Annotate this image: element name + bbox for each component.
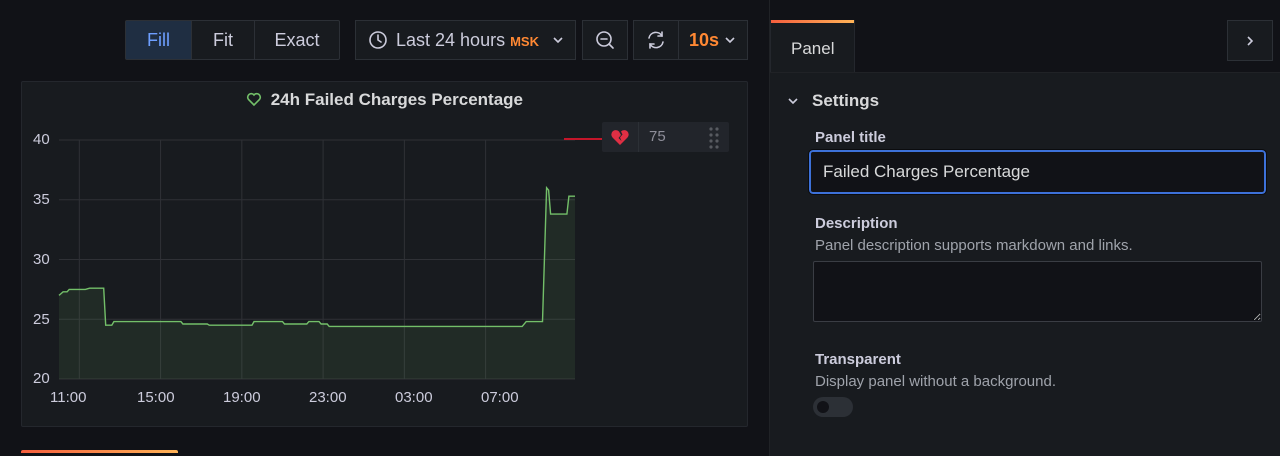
chart-series [58, 185, 575, 328]
chevron-down-icon [788, 98, 798, 105]
settings-section-header[interactable]: Settings [786, 91, 879, 111]
chevron-down-icon [725, 37, 735, 44]
y-tick-label: 30 [33, 251, 50, 268]
time-range-label: Last 24 hours [396, 29, 506, 50]
options-pane: Panel Settings Panel title Description P… [769, 0, 1280, 456]
zoom-out-button[interactable] [582, 20, 628, 60]
graph-panel: 24h Failed Charges Percentage 40 35 30 2… [21, 81, 748, 427]
chevron-down-icon [553, 37, 563, 44]
x-tick-label: 07:00 [481, 389, 519, 406]
description-label: Description [815, 215, 898, 232]
panel-title-input[interactable] [808, 149, 1267, 195]
y-tick-label: 25 [33, 311, 50, 328]
x-tick-label: 03:00 [395, 389, 433, 406]
time-range-picker[interactable]: Last 24 hours MSK [355, 20, 576, 60]
refresh-icon [648, 31, 664, 49]
panel-title-label: Panel title [815, 129, 886, 146]
tab-panel[interactable]: Panel [770, 20, 855, 73]
toggle-knob [817, 401, 829, 413]
y-tick-label: 20 [33, 370, 50, 387]
zoom-out-icon [596, 31, 614, 49]
series-line [58, 185, 575, 328]
display-mode-group: Fill Fit Exact [125, 20, 340, 60]
refresh-button[interactable] [633, 20, 679, 60]
description-help: Panel description supports markdown and … [815, 237, 1133, 254]
series-area-fill [59, 187, 575, 379]
transparent-help: Display panel without a background. [815, 373, 1056, 390]
next-panel-accent [21, 450, 178, 453]
clock-icon [369, 31, 387, 49]
refresh-interval-picker[interactable]: 10s [678, 20, 748, 60]
settings-section-label: Settings [812, 91, 880, 110]
fill-mode-button[interactable]: Fill [126, 21, 192, 59]
y-tick-label: 35 [33, 191, 50, 208]
active-tab-indicator [771, 20, 854, 23]
refresh-interval-label: 10s [688, 29, 720, 50]
broken-heart-icon [611, 130, 629, 145]
threshold-input[interactable]: 75 [638, 122, 694, 152]
x-tick-label: 15:00 [137, 389, 175, 406]
description-textarea[interactable] [813, 261, 1262, 322]
y-tick-label: 40 [33, 131, 50, 148]
threshold-line [564, 138, 602, 140]
collapse-pane-button[interactable] [1227, 20, 1273, 61]
threshold-handle[interactable]: 75 [602, 122, 729, 152]
drag-handle-icon[interactable] [708, 125, 720, 151]
timezone-label: MSK [510, 34, 539, 49]
x-tick-label: 19:00 [223, 389, 261, 406]
chevron-right-icon [1247, 35, 1254, 46]
exact-mode-button[interactable]: Exact [255, 21, 339, 59]
x-tick-label: 11:00 [50, 389, 87, 406]
transparent-label: Transparent [815, 351, 901, 368]
transparent-toggle[interactable] [813, 397, 853, 417]
chart-area [59, 187, 575, 379]
x-tick-label: 23:00 [309, 389, 347, 406]
fit-mode-button[interactable]: Fit [192, 21, 255, 59]
tab-panel-label: Panel [791, 39, 835, 58]
